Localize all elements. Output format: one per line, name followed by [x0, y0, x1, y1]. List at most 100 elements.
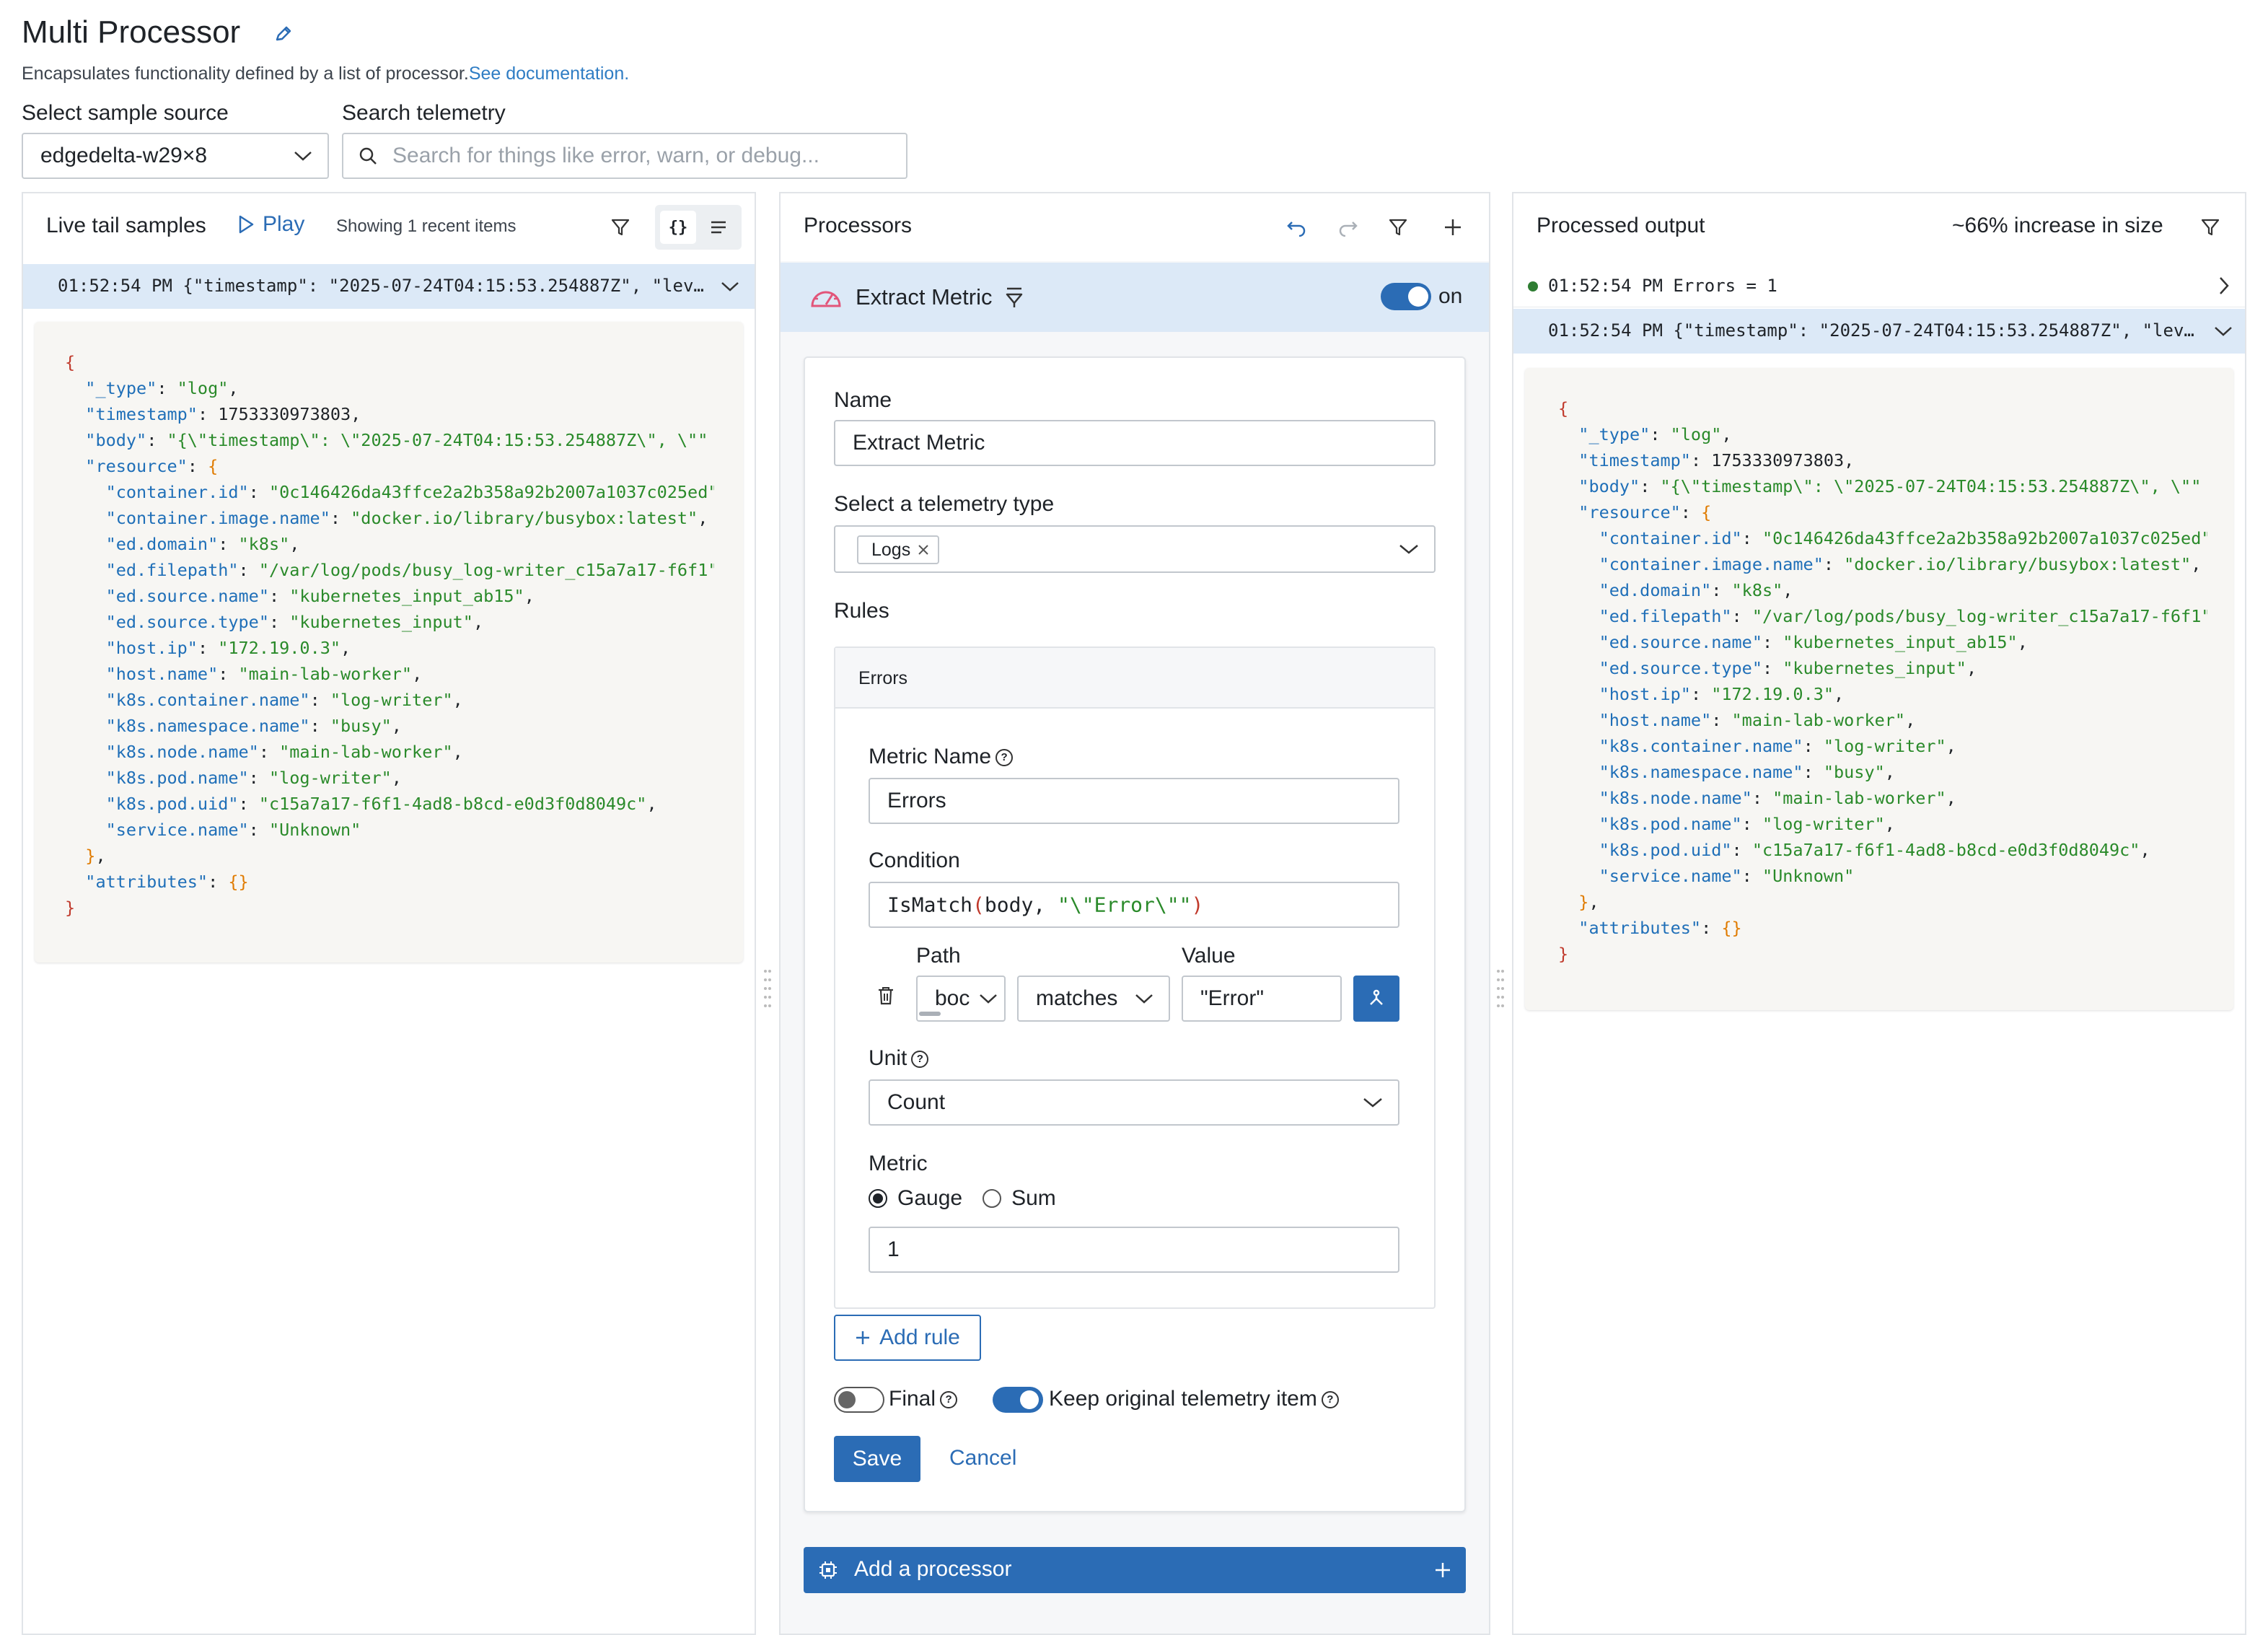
add-processor-label: Add a processor — [854, 1557, 1012, 1581]
json-token: "/var/log/pods/busy_log-writer_c15a7a17-… — [1751, 606, 2207, 626]
help-icon[interactable]: ? — [1321, 1391, 1339, 1409]
json-token: "log" — [177, 378, 229, 398]
add-rule-button[interactable]: Add rule — [834, 1315, 981, 1361]
play-button[interactable]: Play — [238, 212, 304, 237]
json-line: } — [65, 895, 714, 921]
processor-row-extract-metric[interactable]: Extract Metric on — [781, 263, 1489, 332]
json-token: , — [646, 794, 657, 814]
chevron-right-icon[interactable] — [2218, 276, 2230, 296]
condition-input[interactable]: IsMatch(body, "\"Error\"") — [869, 882, 1399, 928]
name-input[interactable]: Extract Metric — [834, 420, 1436, 466]
json-token: , — [1834, 684, 1845, 704]
json-line: "host.ip": "172.19.0.3", — [65, 635, 714, 661]
chevron-down-icon[interactable] — [2213, 325, 2233, 338]
pencil-icon[interactable] — [273, 23, 294, 45]
unit-select[interactable]: Count — [869, 1079, 1399, 1126]
json-token: : 1753330973803, — [197, 404, 361, 424]
add-icon[interactable] — [1438, 213, 1467, 242]
json-token: : — [1711, 710, 1732, 730]
rule-header[interactable]: Errors — [835, 648, 1434, 709]
json-line: "host.ip": "172.19.0.3", — [1558, 681, 2207, 707]
json-token: "_type" — [1578, 424, 1651, 444]
final-toggle[interactable] — [834, 1387, 884, 1413]
telemetry-type-select[interactable]: Logs — [834, 525, 1436, 573]
json-token: , — [524, 586, 535, 606]
save-button[interactable]: Save — [834, 1436, 920, 1482]
path-scrollbar[interactable] — [919, 1012, 941, 1016]
radio-gauge[interactable] — [869, 1189, 887, 1208]
size-change-text: ~66% increase in size — [1952, 214, 2163, 237]
output-log-row[interactable]: 01:52:54 PM {"timestamp": "2025-07-24T04… — [1513, 309, 2245, 354]
json-line: "resource": { — [1558, 499, 2207, 525]
undo-icon[interactable] — [1283, 213, 1311, 242]
live-tail-title: Live tail samples — [46, 214, 206, 237]
json-line: "k8s.container.name": "log-writer", — [65, 687, 714, 713]
metric-name-input[interactable]: Errors — [869, 778, 1399, 824]
json-token: , — [472, 612, 484, 632]
metric-type-radios: Gauge Sum — [869, 1186, 1056, 1211]
text-view-icon[interactable] — [704, 213, 733, 242]
keep-original-label-text: Keep original telemetry item — [1049, 1387, 1317, 1411]
help-icon[interactable]: ? — [995, 749, 1014, 767]
radio-sum[interactable] — [983, 1189, 1002, 1208]
json-token: : — [248, 768, 269, 788]
json-token: "k8s.node.name" — [1599, 788, 1752, 808]
json-line: "body": "{\"timestamp\": \"2025-07-24T04… — [65, 427, 714, 453]
json-token: "timestamp" — [85, 404, 198, 424]
json-line: }, — [65, 843, 714, 869]
help-icon[interactable]: ? — [911, 1051, 929, 1069]
json-token: , — [1905, 710, 1916, 730]
filter-icon[interactable] — [2196, 213, 2225, 242]
processors-title: Processors — [804, 214, 913, 237]
condition-branch-button[interactable] — [1353, 976, 1399, 1022]
json-line: "ed.source.type": "kubernetes_input", — [65, 609, 714, 635]
metric-label: Metric — [869, 1152, 928, 1175]
processor-enabled-toggle[interactable] — [1381, 283, 1431, 310]
gauge-icon — [811, 291, 841, 307]
add-processor-button[interactable]: Add a processor — [804, 1547, 1466, 1593]
resize-handle-right[interactable] — [1496, 967, 1505, 1012]
live-tail-log-row[interactable]: 01:52:54 PM {"timestamp": "2025-07-24T04… — [23, 264, 755, 309]
filter-icon[interactable] — [606, 213, 635, 242]
json-token: { — [1701, 502, 1712, 522]
documentation-link[interactable]: See documentation. — [469, 63, 629, 84]
json-line: { — [1558, 395, 2207, 421]
trash-icon[interactable] — [877, 986, 895, 1006]
json-token: "kubernetes_input_ab15" — [289, 586, 524, 606]
json-token: "k8s.node.name" — [105, 742, 259, 762]
metric-name-value: Errors — [887, 789, 946, 812]
search-telemetry-input[interactable]: Search for things like error, warn, or d… — [342, 133, 907, 179]
json-line: "host.name": "main-lab-worker", — [65, 661, 714, 687]
keep-original-toggle[interactable] — [993, 1387, 1043, 1413]
json-line: } — [1558, 941, 2207, 967]
sample-source-select[interactable]: edgedelta-w29×8 — [22, 133, 329, 179]
cancel-button[interactable]: Cancel — [949, 1446, 1016, 1470]
close-icon[interactable] — [918, 544, 929, 556]
path-value: boc — [935, 986, 970, 1010]
help-icon[interactable]: ? — [940, 1391, 958, 1409]
filter-icon[interactable] — [1384, 213, 1412, 242]
json-token: "body" — [85, 430, 147, 450]
json-token: "k8s.pod.name" — [105, 768, 249, 788]
chevron-down-icon[interactable] — [720, 280, 740, 293]
json-token: , — [452, 742, 463, 762]
match-value-input[interactable]: "Error" — [1182, 976, 1342, 1022]
output-metric-row[interactable]: 01:52:54 PM Errors = 1 — [1513, 264, 2245, 307]
json-view-icon[interactable]: {} — [660, 211, 696, 244]
collapse-icon[interactable] — [1004, 286, 1024, 309]
path-select[interactable]: boc — [916, 976, 1006, 1022]
operator-select[interactable]: matches — [1017, 976, 1170, 1022]
resize-handle-left[interactable] — [763, 967, 772, 1012]
json-token: , — [1966, 658, 1977, 678]
page-title: Multi Processor — [22, 14, 241, 50]
metric-value-input[interactable]: 1 — [869, 1227, 1399, 1273]
redo-icon[interactable] — [1333, 213, 1362, 242]
json-token: : — [1803, 762, 1824, 782]
